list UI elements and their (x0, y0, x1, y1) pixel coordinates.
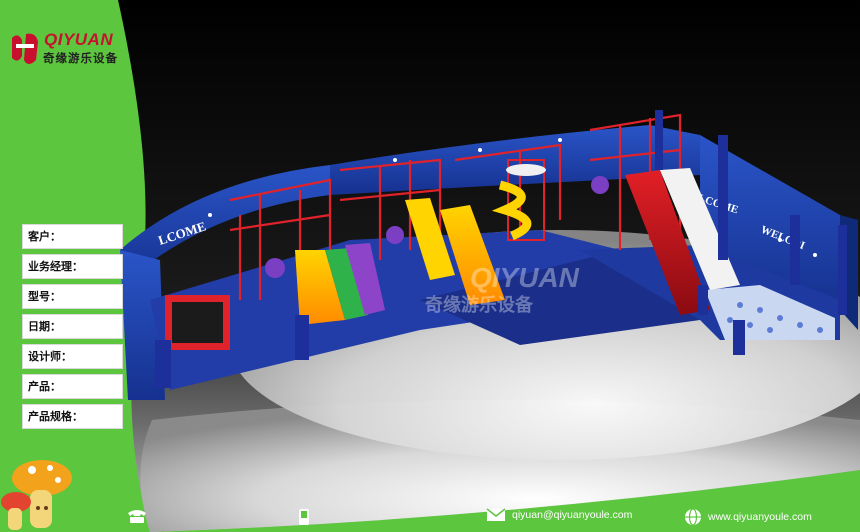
field-customer[interactable]: 客户： (22, 224, 123, 249)
phone-icon (128, 510, 146, 523)
watermark-en: QIYUAN (470, 262, 580, 293)
globe-icon (685, 508, 701, 526)
field-manager[interactable]: 业务经理： (22, 254, 123, 279)
info-form: 客户： 业务经理： 型号： 日期： 设计师： 产品： 产品规格： (22, 224, 123, 434)
mobile-icon (299, 509, 309, 525)
footer-phone (126, 508, 148, 524)
field-date[interactable]: 日期： (22, 314, 123, 339)
website-text: www.qiyuanyoule.com (708, 511, 812, 523)
brand-name: QIYUAN (44, 30, 114, 49)
footer-website[interactable]: www.qiyuanyoule.com (684, 508, 812, 526)
playground-render: LCOME WELCOME WELCOI QIYUAN 奇缘游乐设备 (0, 0, 860, 532)
footer-email[interactable]: qiyuan@qiyuanyoule.com (486, 508, 632, 522)
field-spec[interactable]: 产品规格： (22, 404, 123, 429)
field-product[interactable]: 产品： (22, 374, 123, 399)
footer-bar: qiyuan@qiyuanyoule.com www.qiyuanyoule.c… (0, 500, 860, 532)
footer-mobile (298, 508, 310, 526)
email-icon (486, 508, 506, 521)
sheet: LCOME WELCOME WELCOI QIYUAN 奇缘游乐设备 QIYUA… (0, 0, 860, 532)
field-designer[interactable]: 设计师： (22, 344, 123, 369)
field-model[interactable]: 型号： (22, 284, 123, 309)
brand-subtitle: 奇缘游乐设备 (43, 53, 118, 65)
brand-logo: QIYUAN 奇缘游乐设备 (4, 28, 122, 74)
watermark-cn: 奇缘游乐设备 (425, 294, 534, 316)
email-text: qiyuan@qiyuanyoule.com (512, 509, 633, 521)
logo-mark-icon (12, 33, 38, 64)
